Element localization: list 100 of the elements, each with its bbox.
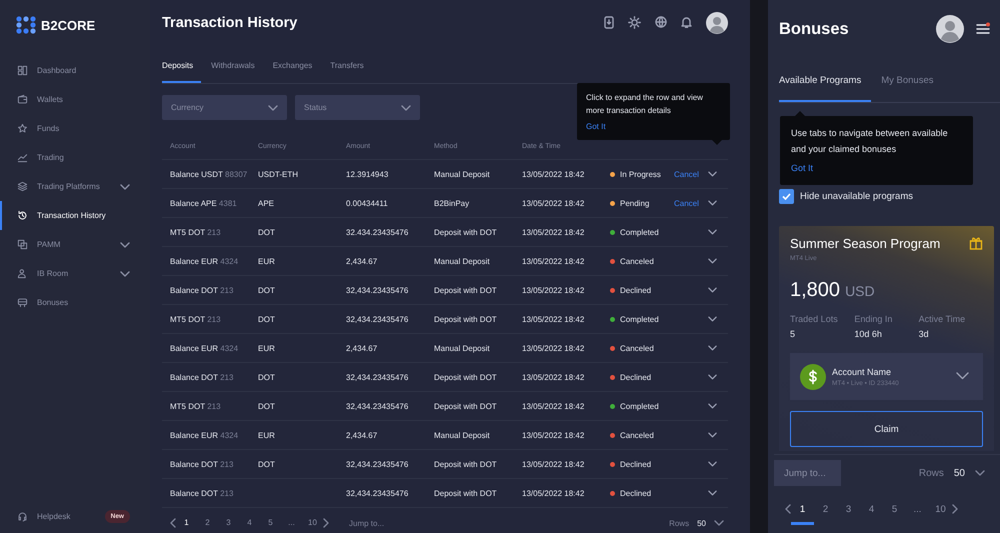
chevron-right-icon[interactable] [952,504,958,514]
sidebar-item[interactable]: PAMM [0,230,150,259]
table-cell-text: DOT [258,460,276,468]
sun-icon[interactable] [628,16,641,28]
deposit-icon[interactable] [604,16,614,28]
chevron-down-icon [401,104,411,110]
checkbox[interactable] [779,189,794,204]
table-cell-text: 13/05/2022 18:42 [522,170,586,178]
page-button[interactable]: 5 [260,508,281,533]
expand-chevron-icon[interactable] [708,286,717,292]
table-cell-text: EUR [258,430,276,440]
tab[interactable]: Transfers [330,50,372,83]
status-label: Completed [620,314,659,324]
tab[interactable]: Deposits [162,50,202,83]
got-it-link[interactable]: Got It [586,122,606,131]
chevron-left-icon [785,504,791,514]
tab[interactable]: Exchanges [272,50,320,83]
helpdesk-link[interactable]: Helpdesk [37,512,96,521]
stat-value: 3d [918,329,930,339]
expand-chevron-icon[interactable] [708,200,717,206]
table-cell-text: Balance DOT 213 [170,460,234,468]
page-button[interactable]: 1 [791,493,814,525]
sidebar-item[interactable]: Bonuses [0,288,150,317]
expand-chevron-icon[interactable] [708,170,717,176]
expand-chevron-icon[interactable] [708,344,717,350]
status-label: Canceled [620,430,654,440]
check-icon [782,193,791,200]
rows-chevron-icon [714,520,724,526]
chevron-right-icon[interactable] [323,518,329,528]
page-button[interactable]: 10 [302,508,323,533]
expand-chevron-icon[interactable] [708,460,717,466]
table-cell-text: 13/05/2022 18:42 [522,314,586,324]
bonus-amount: 1,800 [790,279,840,302]
table-cell-text: Deposit with DOT [434,372,498,382]
table-cell-text: 32,434.23435476 [346,286,410,294]
table-cell-text: 32,434.23435476 [346,488,410,498]
tab[interactable]: Available Programs [779,61,872,102]
chart-line-icon [17,152,28,163]
cancel-link[interactable]: Cancel [674,170,699,178]
filter-dropdown[interactable]: Status [295,95,420,120]
table-cell-text: Balance DOT 213 [170,488,234,498]
tab[interactable]: Withdrawals [211,50,263,83]
claim-button[interactable]: Claim [790,411,983,447]
status-label: Completed [620,402,659,410]
bell-icon[interactable] [681,16,692,28]
table-cell-text: 13/05/2022 18:42 [522,372,586,382]
sidebar-item[interactable]: Dashboard [0,56,150,85]
expand-chevron-icon[interactable] [708,374,717,380]
page-button[interactable]: 2 [197,508,218,533]
expand-chevron-icon[interactable] [708,432,717,438]
avatar-icon[interactable] [936,15,964,43]
page-button[interactable]: 2 [814,493,837,525]
sidebar-item[interactable]: Wallets [0,85,150,114]
page-button[interactable]: 3 [837,493,860,525]
table-cell-text: 32,434.23435476 [346,372,410,382]
avatar-icon[interactable] [706,12,728,34]
chevron-down-icon[interactable] [975,470,985,476]
expand-chevron-icon[interactable] [708,228,717,234]
sidebar-item[interactable]: IB Room [0,259,150,288]
stat-label: Ending In [854,314,894,324]
table-cell-text: 13/05/2022 18:42 [522,488,586,498]
table-cell-text: 2,434.67 [346,344,378,352]
page-button[interactable]: 3 [218,508,239,533]
sidebar-item[interactable]: Trading Platforms [0,172,150,201]
rows-value: 50 [697,518,706,528]
table-cell-text: 13/05/2022 18:42 [522,344,586,352]
sidebar-item[interactable]: Trading [0,143,150,172]
page-button[interactable]: 10 [929,493,952,525]
page-button[interactable]: ... [906,493,929,525]
table-cell-text: DOT [258,314,276,324]
globe-icon[interactable] [655,16,667,28]
expand-chevron-icon[interactable] [708,258,717,264]
page-button[interactable]: ... [281,508,302,533]
page-button[interactable]: 4 [860,493,883,525]
table-cell-text: Deposit with DOT [434,460,498,468]
logo-icon [16,16,36,34]
jump-to-field[interactable]: Jump to... [347,518,427,528]
page-button[interactable]: 5 [883,493,906,525]
table-cell-text: Deposit with DOT [434,228,498,236]
brand-name: B2CORE [41,18,96,32]
stat-value: 5 [790,329,796,339]
tab[interactable]: My Bonuses [881,61,944,102]
table-cell-text: USDT-ETH [258,170,299,178]
page-button[interactable]: 1 [176,508,197,533]
sidebar-item[interactable]: Funds [0,114,150,143]
filter-dropdown[interactable]: Currency [162,95,287,120]
cancel-link[interactable]: Cancel [674,198,699,208]
table-cell-text: Deposit with DOT [434,286,498,294]
expand-chevron-icon[interactable] [708,316,717,322]
expand-chevron-icon[interactable] [708,490,717,496]
menu-icon[interactable] [976,22,990,36]
status-label: Declined [620,460,652,468]
jump-to-field[interactable]: Jump to... [774,460,841,486]
expand-chevron-icon[interactable] [708,402,717,408]
table-cell-text: Balance USDT 88307 [170,170,248,178]
table-cell-text: Manual Deposit [434,430,491,440]
status-label: Declined [620,286,652,294]
got-it-link[interactable]: Got It [791,162,814,172]
page-button[interactable]: 4 [239,508,260,533]
table-cell-text: 0.00434411 [346,198,389,208]
